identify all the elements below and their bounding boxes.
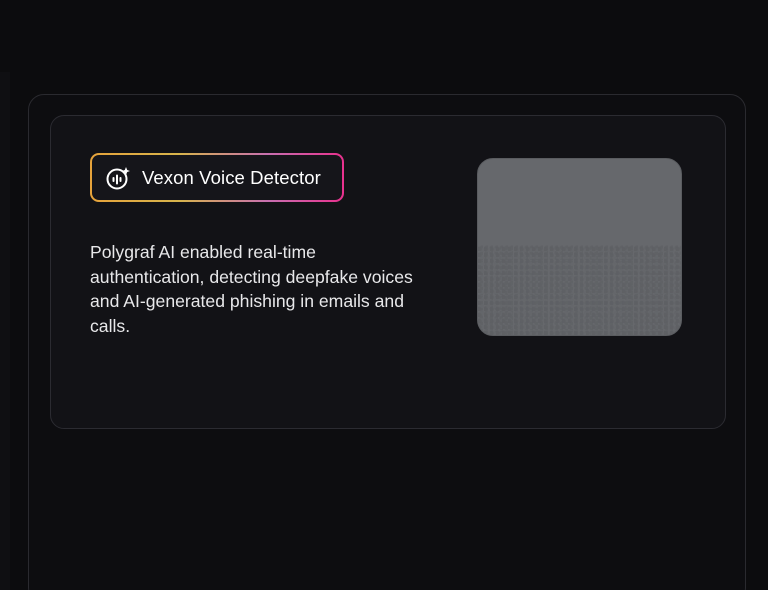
ai-voice-icon [105, 164, 133, 192]
product-badge: Vexon Voice Detector [90, 153, 344, 202]
preview-image-placeholder [477, 158, 682, 336]
product-badge-inner: Vexon Voice Detector [92, 155, 342, 200]
preview-texture [478, 245, 681, 335]
product-badge-label: Vexon Voice Detector [142, 166, 321, 188]
page: Vexon Voice Detector Polygraf AI enabled… [0, 0, 768, 590]
left-edge-panel [0, 72, 10, 590]
feature-description: Polygraf AI enabled real-time authentica… [90, 242, 413, 336]
